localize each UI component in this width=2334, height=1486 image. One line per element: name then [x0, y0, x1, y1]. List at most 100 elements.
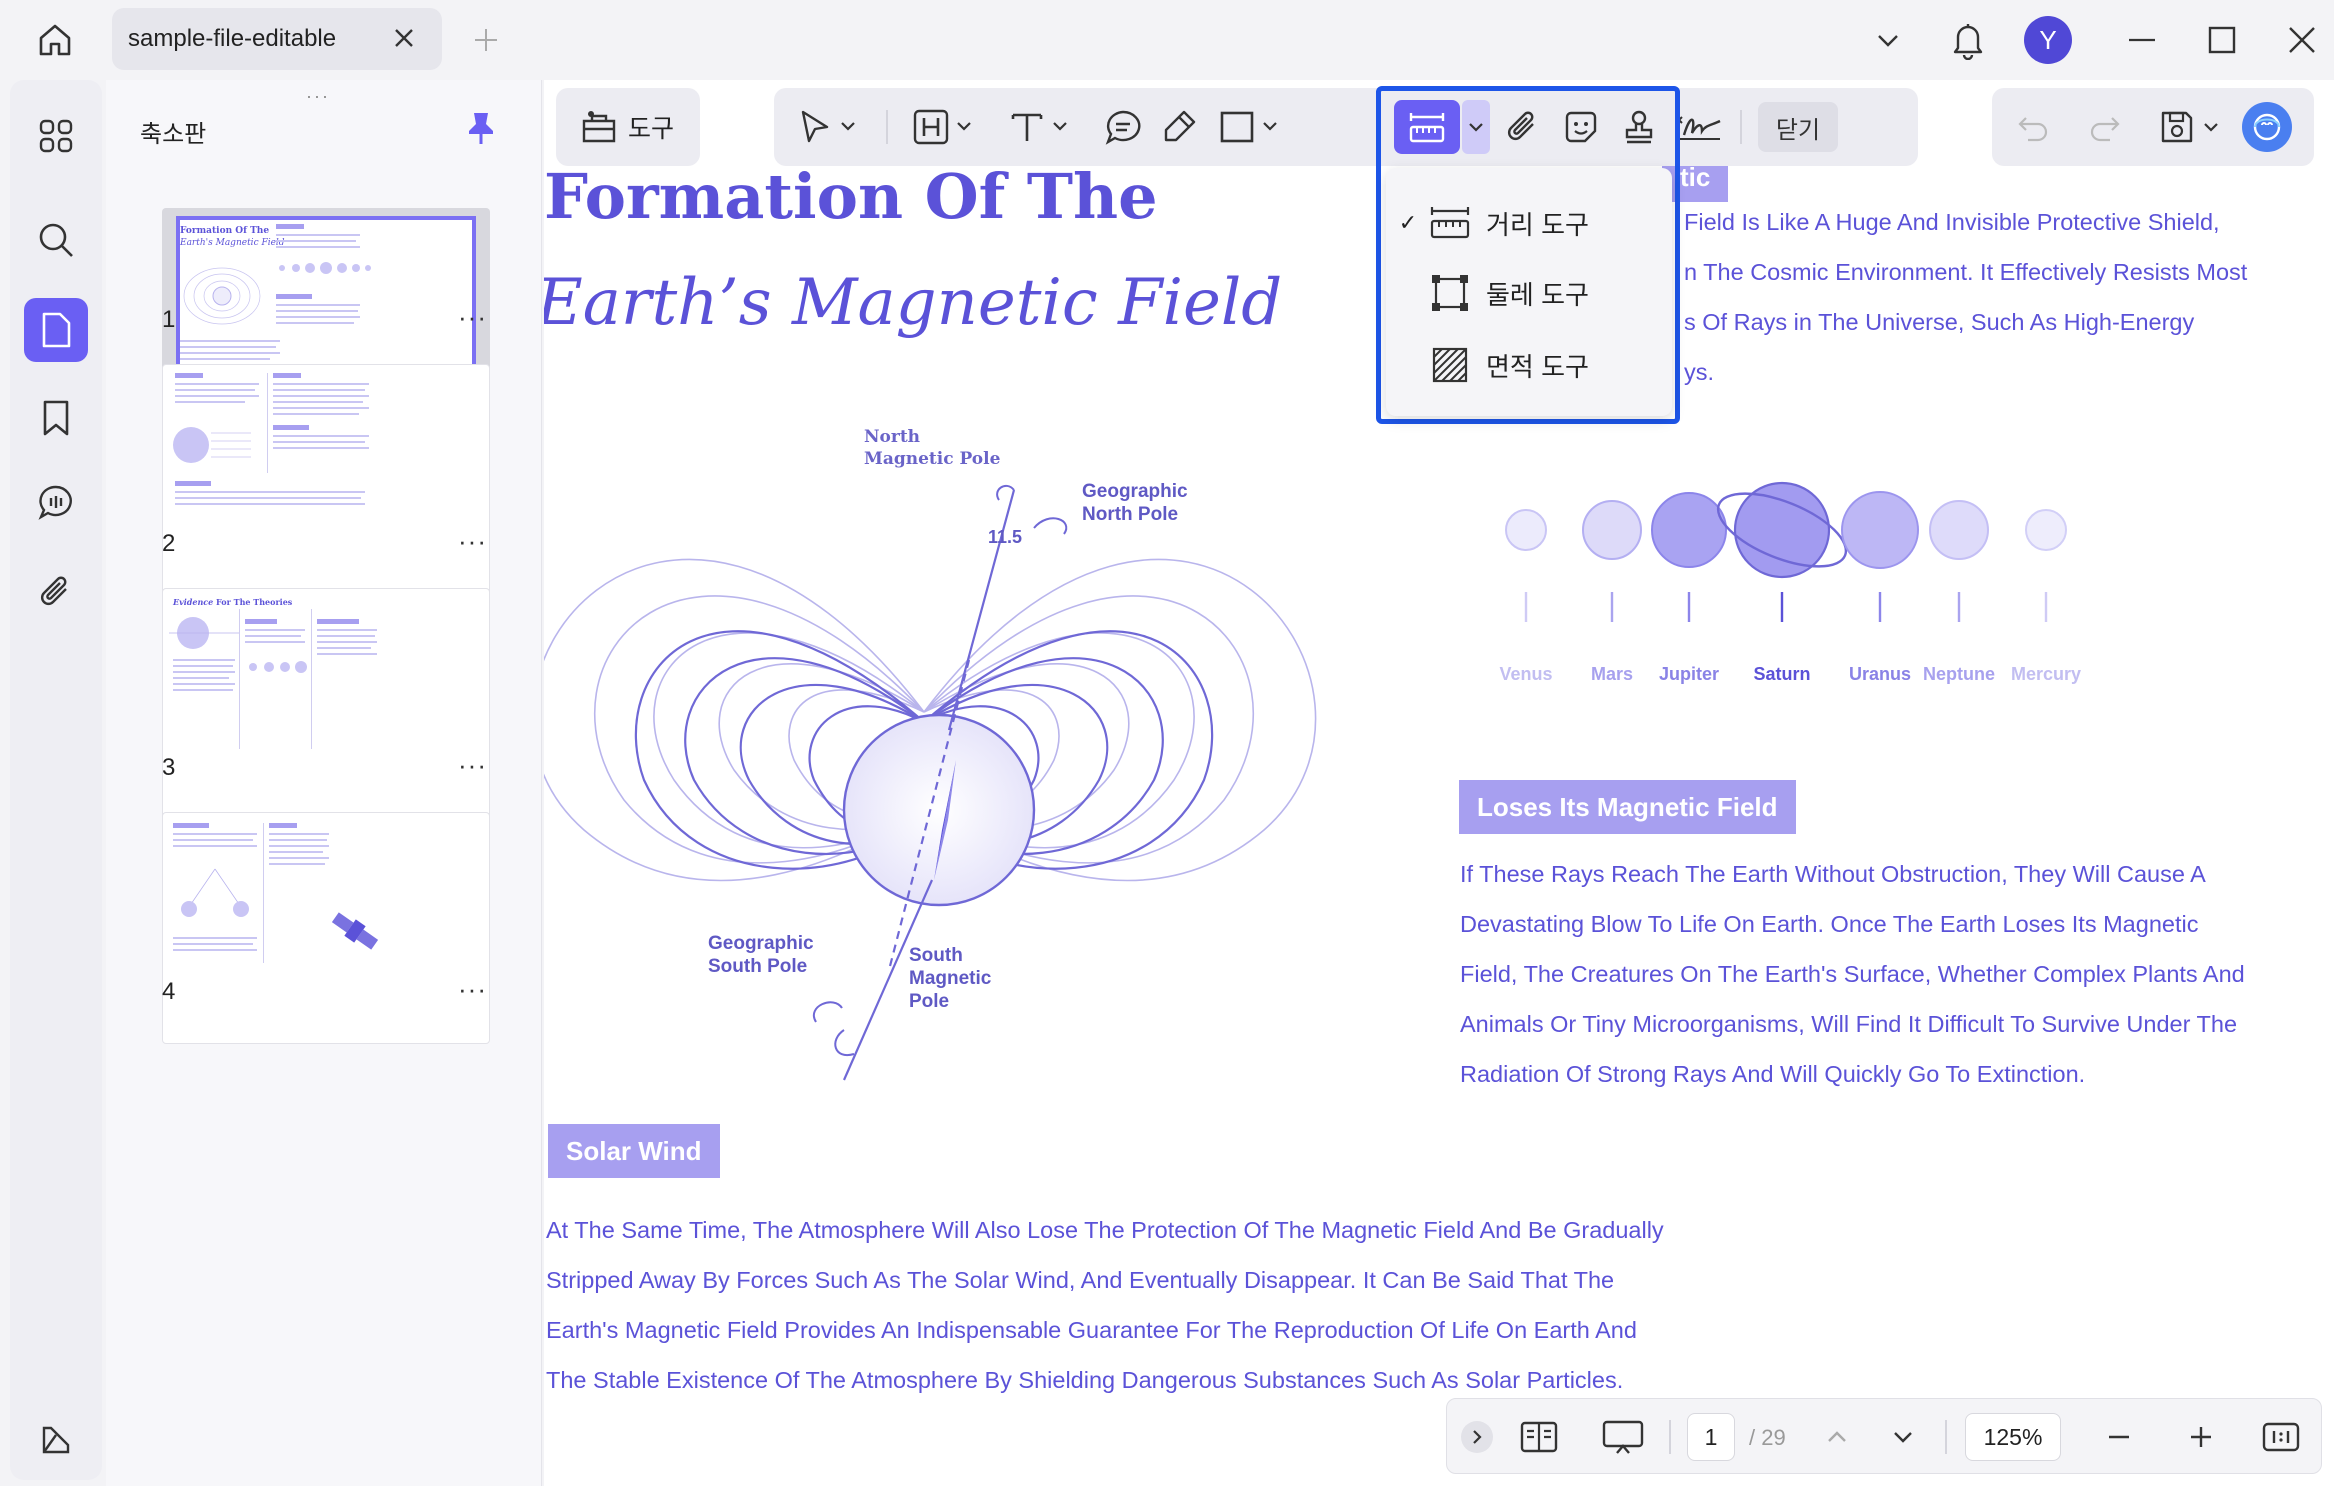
tools-menu-button[interactable]: 도구 — [556, 88, 700, 166]
highlighter-tool-icon[interactable] — [1156, 104, 1202, 150]
document-title-line2: Earth’s Magnetic Field — [544, 266, 1283, 340]
actual-size-icon[interactable] — [2259, 1417, 2303, 1457]
intro-line: ys. — [1684, 359, 1715, 385]
zoom-level-input[interactable]: 125% — [1965, 1413, 2061, 1461]
thumbnail-subtitle: Earth's Magnetic Field — [180, 238, 285, 248]
section2-line: Stripped Away By Forces Such As The Sola… — [546, 1267, 1615, 1293]
bookmark-icon[interactable] — [24, 386, 88, 450]
planet-label: Mars — [1590, 664, 1634, 684]
notification-bell-icon[interactable] — [1948, 18, 1988, 62]
geo-north-label-1: Geographic — [1082, 481, 1188, 502]
title-bar: sample-file-editable Y — [0, 0, 2334, 80]
undo-icon[interactable] — [2012, 106, 2054, 148]
planet-label: Venus — [1499, 664, 1553, 684]
menu-item-distance-tool[interactable]: ✓ 거리 도구 — [1386, 190, 1672, 256]
chevron-down-icon[interactable] — [952, 114, 976, 138]
planets-illustration — [1505, 481, 2067, 622]
angle-label: 11.5 — [988, 527, 1023, 547]
redo-icon[interactable] — [2084, 106, 2126, 148]
page-thumbnail[interactable] — [162, 812, 490, 1044]
section1-line: Devastating Blow To Life On Earth. Once … — [1460, 911, 2199, 937]
total-pages: / 29 — [1749, 1425, 1786, 1450]
tools-label: 도구 — [628, 115, 675, 143]
comment-tool-icon[interactable] — [1100, 104, 1146, 150]
text-tool-icon[interactable] — [1004, 104, 1050, 150]
page-more-button[interactable]: ··· — [458, 974, 487, 1005]
panel-drag-handle[interactable]: ··· — [306, 86, 330, 107]
page-more-button[interactable]: ··· — [458, 526, 487, 557]
home-icon[interactable] — [30, 18, 80, 62]
search-icon[interactable] — [24, 208, 88, 272]
geo-south-label-1: Geographic — [708, 933, 814, 954]
comments-icon[interactable] — [24, 470, 88, 534]
page-number: 4 — [162, 978, 176, 1005]
document-title-line1: Formation Of The — [544, 160, 1158, 233]
page-number-input[interactable]: 1 — [1687, 1413, 1735, 1461]
document-tab[interactable]: sample-file-editable — [112, 8, 442, 70]
geo-north-label-2: North Pole — [1082, 504, 1179, 525]
next-page-icon[interactable] — [1883, 1417, 1923, 1457]
menu-item-area-tool[interactable]: 면적 도구 — [1386, 332, 1672, 398]
thumbnail-title-rest: For The Theories — [213, 597, 293, 607]
right-toolbar — [1992, 88, 2314, 166]
tab-list-chevron-icon[interactable] — [1870, 22, 1906, 58]
planet-label: Jupiter — [1658, 664, 1720, 684]
zoom-out-icon[interactable] — [2099, 1417, 2139, 1457]
geo-south-label-2: South Pole — [708, 956, 808, 977]
thumbnails-page-icon[interactable] — [24, 298, 88, 362]
section2-line: Earth's Magnetic Field Provides An Indis… — [546, 1317, 1637, 1343]
previous-page-icon[interactable] — [1817, 1417, 1857, 1457]
section-badge-magnetic-field: Loses Its Magnetic Field — [1459, 780, 1796, 834]
page-layout-icon[interactable] — [1517, 1415, 1561, 1459]
section1-line: Animals Or Tiny Microorganisms, Will Fin… — [1460, 1011, 2238, 1037]
menu-item-label: 둘레 도구 — [1486, 279, 1589, 310]
intro-line: s Of Rays in The Universe, Such As High-… — [1684, 309, 2195, 335]
measure-tool-menu: ✓ 거리 도구 둘레 도구 면적 도구 — [1386, 168, 1672, 416]
left-rail — [10, 80, 102, 1480]
attachment-icon[interactable] — [24, 560, 88, 624]
planet-label: Saturn — [1753, 664, 1811, 684]
thumbnail-title: Formation Of The — [180, 226, 270, 236]
new-tab-icon[interactable] — [468, 22, 504, 58]
close-toolbar-button[interactable]: 닫기 — [1758, 102, 1838, 152]
menu-item-perimeter-tool[interactable]: 둘레 도구 — [1386, 260, 1672, 326]
pin-icon[interactable] — [466, 110, 496, 146]
page-thumbnail[interactable]: Evidence For The Theories — [162, 588, 490, 820]
page-more-button[interactable]: ··· — [458, 750, 487, 781]
theme-toggle-icon[interactable] — [24, 1408, 88, 1472]
maximize-icon[interactable] — [2204, 22, 2240, 58]
thumbnail-panel: ··· 축소판 Formation Of The Earth's Magneti… — [106, 80, 542, 1486]
chevron-down-icon[interactable] — [2200, 116, 2222, 138]
chevron-down-icon[interactable] — [836, 114, 860, 138]
distance-ruler-icon — [1430, 203, 1470, 243]
shape-tool-icon[interactable] — [1214, 104, 1260, 150]
south-magnetic-label-3: Pole — [909, 991, 950, 1012]
presentation-icon[interactable] — [1599, 1415, 1647, 1459]
select-pointer-icon[interactable] — [792, 104, 838, 150]
planet-label: Uranus — [1848, 664, 1912, 684]
close-window-icon[interactable] — [2284, 22, 2320, 58]
close-tab-icon[interactable] — [390, 24, 418, 52]
planet-label: Mercury — [2010, 664, 2082, 684]
apps-grid-icon[interactable] — [24, 104, 88, 168]
page-number: 1 — [162, 306, 176, 333]
page-thumbnail[interactable] — [162, 364, 490, 596]
collapse-bar-icon[interactable] — [1461, 1421, 1493, 1453]
section2-line: At The Same Time, The Atmosphere Will Al… — [546, 1217, 1664, 1243]
save-icon[interactable] — [2154, 104, 2200, 150]
north-magnetic-label-1: North — [864, 427, 921, 447]
ai-assistant-icon[interactable] — [2242, 102, 2292, 152]
chevron-down-icon[interactable] — [1258, 114, 1282, 138]
user-avatar[interactable]: Y — [2024, 16, 2072, 64]
minimize-icon[interactable] — [2124, 22, 2160, 58]
menu-item-label: 면적 도구 — [1486, 351, 1589, 382]
south-magnetic-label-2: Magnetic — [909, 968, 992, 989]
section1-line: If These Rays Reach The Earth Without Ob… — [1460, 861, 2206, 887]
page-more-button[interactable]: ··· — [458, 302, 487, 333]
zoom-in-icon[interactable] — [2181, 1417, 2221, 1457]
page-number: 3 — [162, 754, 176, 781]
chevron-down-icon[interactable] — [1048, 114, 1072, 138]
magnetic-field-diagram — [544, 484, 1317, 1081]
heading-tool-icon[interactable] — [908, 104, 954, 150]
toolbox-icon — [578, 106, 620, 148]
